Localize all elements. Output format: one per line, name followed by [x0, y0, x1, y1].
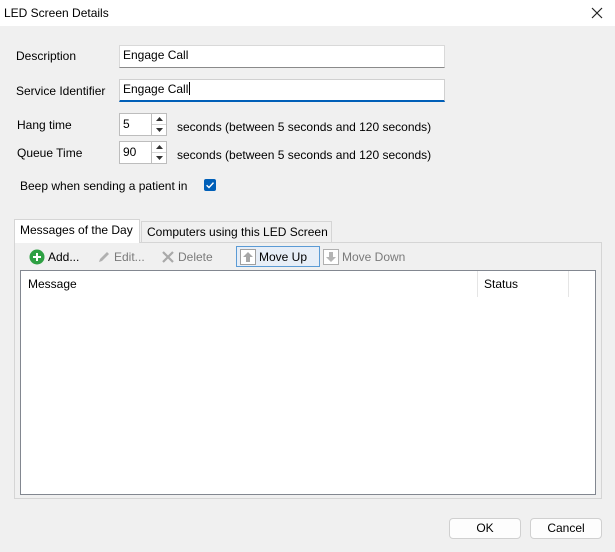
move-down-label: Move Down [342, 249, 406, 264]
tab-computers-using-led-screen[interactable]: Computers using this LED Screen [141, 221, 332, 242]
text-caret [189, 82, 191, 95]
arrow-down-icon [323, 248, 339, 265]
messages-list[interactable]: Message Status [20, 270, 596, 495]
queue-time-hint: seconds (between 5 seconds and 120 secon… [177, 148, 432, 162]
cancel-button[interactable]: Cancel [530, 518, 602, 539]
column-header-message[interactable]: Message [21, 271, 477, 297]
spin-down-icon[interactable] [152, 125, 166, 135]
spin-up-icon[interactable] [152, 142, 166, 153]
hang-time-label: Hang time [17, 118, 72, 132]
queue-time-stepper[interactable]: 90 [119, 141, 167, 164]
hang-time-hint: seconds (between 5 seconds and 120 secon… [177, 120, 432, 134]
move-up-label: Move Up [259, 249, 308, 264]
edit-button[interactable]: Edit... [94, 246, 148, 267]
column-header-status[interactable]: Status [477, 271, 568, 297]
description-value: Engage Call [123, 48, 189, 62]
service-identifier-input[interactable]: Engage Call [119, 79, 445, 102]
hang-time-value[interactable]: 5 [119, 113, 152, 136]
queue-time-label: Queue Time [17, 146, 83, 160]
delete-icon [162, 250, 174, 263]
column-separator[interactable] [568, 271, 569, 297]
add-icon [29, 249, 45, 264]
edit-label: Edit... [114, 249, 145, 264]
spin-down-icon[interactable] [152, 153, 166, 163]
window-title: LED Screen Details [4, 6, 109, 20]
service-identifier-label: Service Identifier [16, 84, 106, 98]
tab-messages-of-the-day[interactable]: Messages of the Day [14, 219, 140, 243]
beep-label: Beep when sending a patient in [20, 179, 188, 193]
delete-label: Delete [178, 249, 213, 264]
queue-time-value[interactable]: 90 [119, 141, 152, 164]
delete-button[interactable]: Delete [158, 246, 216, 267]
add-label: Add... [48, 249, 80, 264]
description-label: Description [16, 49, 77, 63]
beep-checkbox[interactable] [204, 179, 216, 191]
ok-button[interactable]: OK [449, 518, 521, 539]
title-bar: LED Screen Details [0, 0, 615, 26]
checkmark-icon [206, 182, 215, 189]
move-down-button[interactable]: Move Down [320, 246, 408, 267]
arrow-up-icon [240, 248, 256, 265]
add-button[interactable]: Add... [26, 246, 82, 267]
pencil-icon [99, 251, 109, 262]
move-up-button[interactable]: Move Up [236, 246, 320, 267]
hang-time-stepper[interactable]: 5 [119, 113, 167, 136]
description-input[interactable]: Engage Call [119, 45, 445, 68]
service-identifier-value: Engage Call [123, 82, 189, 96]
spin-up-icon[interactable] [152, 114, 166, 125]
close-icon[interactable] [587, 3, 607, 23]
toolbar: Add... Edit... Delete Move Up Move Down [20, 246, 598, 268]
